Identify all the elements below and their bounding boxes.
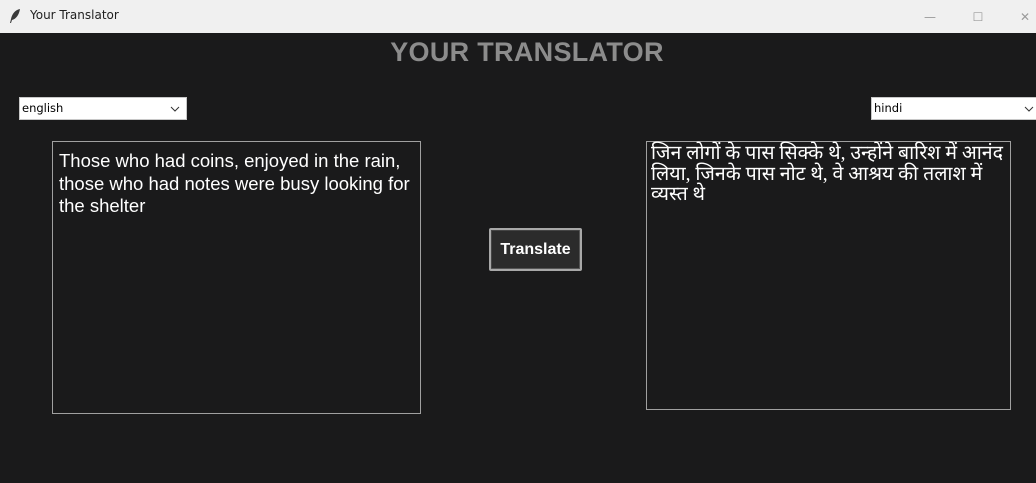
source-text-area[interactable]: Those who had coins, enjoyed in the rain… — [52, 141, 421, 414]
maximize-button[interactable]: ☐ — [955, 0, 1001, 33]
target-language-select[interactable]: hindi — [871, 97, 1036, 120]
source-language-select[interactable]: english — [19, 97, 187, 120]
translated-text-area[interactable]: जिन लोगों के पास सिक्के थे, उन्होंने बार… — [646, 141, 1011, 410]
app-heading: YOUR TRANSLATOR — [390, 37, 664, 67]
window-title: Your Translator — [30, 8, 119, 22]
target-language-value: hindi — [874, 101, 903, 115]
feather-icon — [10, 9, 20, 23]
source-language-value: english — [22, 101, 64, 115]
window-titlebar: Your Translator — ☐ ✕ — [0, 0, 1036, 33]
chevron-down-icon — [170, 106, 180, 112]
minimize-button[interactable]: — — [907, 0, 953, 33]
close-button[interactable]: ✕ — [1002, 0, 1036, 33]
translated-text: जिन लोगों के पास सिक्के थे, उन्होंने बार… — [651, 143, 1003, 205]
translate-button[interactable]: Translate — [489, 228, 582, 271]
chevron-down-icon — [1024, 106, 1034, 112]
source-text: Those who had coins, enjoyed in the rain… — [59, 150, 410, 216]
